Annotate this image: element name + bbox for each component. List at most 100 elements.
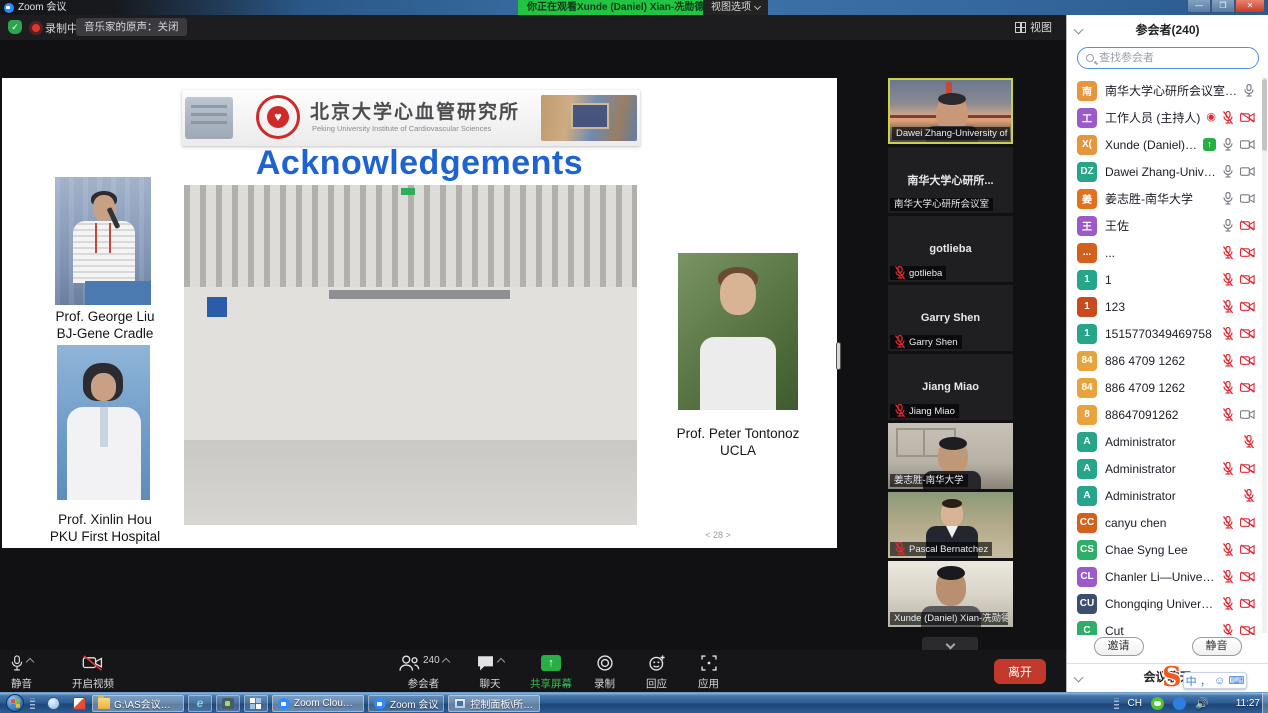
wechat-tray-icon[interactable] — [1151, 697, 1164, 710]
participant-status-icons: ↑ — [1203, 138, 1255, 152]
participant-avatar: A — [1077, 486, 1097, 506]
window-title-bar: Zoom 会议 你正在观看Xunde (Daniel) Xian-冼勋德的屏幕 … — [0, 0, 1268, 15]
participant-row[interactable]: 84886 4709 1262 — [1067, 374, 1263, 401]
participant-row[interactable]: 1123 — [1067, 293, 1263, 320]
participant-row[interactable]: CCut — [1067, 617, 1263, 635]
participant-name: 886 4709 1262 — [1105, 381, 1218, 395]
ime-punctuation-toggle[interactable]: ， — [1200, 673, 1211, 689]
participant-row[interactable]: X(Xunde (Daniel) Xian-冼勋德↑ — [1067, 131, 1263, 158]
record-button[interactable]: 录制 — [594, 654, 615, 691]
participant-row[interactable]: AAdministrator — [1067, 428, 1263, 455]
participant-row[interactable]: ...... — [1067, 239, 1263, 266]
mic-icon — [1222, 219, 1234, 233]
original-sound-button[interactable]: 音乐家的原声：关闭 — [76, 18, 187, 36]
participant-status-icons — [1222, 165, 1255, 179]
search-input[interactable] — [1099, 52, 1250, 64]
mic-muted-icon — [1222, 408, 1234, 422]
participant-row[interactable]: CLChanler Li—University of South... — [1067, 563, 1263, 590]
participant-row[interactable]: 工工作人员 (主持人)◉ — [1067, 104, 1263, 131]
mute-all-button[interactable]: 静音 — [1192, 637, 1242, 656]
pinned-app-2[interactable] — [70, 695, 88, 712]
name-thumbnail[interactable]: gotlieba gotlieba — [888, 216, 1013, 282]
volume-icon[interactable]: 🔊 — [1195, 697, 1209, 710]
minimize-button[interactable]: — — [1187, 0, 1211, 13]
taskbar-button-icon-only[interactable] — [244, 695, 268, 712]
control-icon — [454, 698, 466, 709]
thumbnail-name-label: Garry Shen — [890, 335, 962, 349]
name-thumbnail[interactable]: Garry Shen Garry Shen — [888, 285, 1013, 351]
participant-row[interactable]: CSChae Syng Lee — [1067, 536, 1263, 563]
reactions-label: 回应 — [646, 676, 667, 691]
apps-button[interactable]: 应用 — [698, 654, 719, 691]
sogou-ime-logo[interactable]: S — [1162, 664, 1182, 691]
zoom-icon — [278, 698, 290, 709]
participant-avatar: CL — [1077, 567, 1097, 587]
participants-panel: 参会者(240) 南南华大学心研所会议室 (我) 工工作人员 (主持人)◉ X(… — [1066, 15, 1268, 692]
view-layout-button[interactable]: 视图 — [1015, 18, 1052, 36]
participant-avatar: ... — [1077, 243, 1097, 263]
taskbar-button[interactable]: Zoom Cloud Meeti... — [272, 695, 364, 712]
participant-row[interactable]: AAdministrator — [1067, 455, 1263, 482]
participant-avatar: CU — [1077, 594, 1097, 614]
participant-row[interactable]: 888647091262 — [1067, 401, 1263, 428]
show-desktop-button[interactable] — [1262, 693, 1268, 713]
ime-mode-toggle[interactable]: 中 — [1186, 673, 1197, 689]
participants-button[interactable]: 240 参会者 — [398, 654, 449, 691]
share-screen-button[interactable]: ↑ 共享屏幕 — [530, 654, 572, 691]
taskbar-button[interactable]: 控制面板\所有控制... — [448, 695, 540, 712]
participant-row[interactable]: 姜姜志胜-南华大学 — [1067, 185, 1263, 212]
chevron-up-icon[interactable] — [497, 658, 505, 666]
participant-row[interactable]: AAdministrator — [1067, 482, 1263, 509]
taskbar-button-icon-only[interactable] — [216, 695, 240, 712]
video-thumbnail[interactable]: Dawei Zhang-University of ... — [888, 78, 1013, 144]
mute-label: 静音 — [11, 676, 32, 691]
name-thumbnail[interactable]: Jiang Miao Jiang Miao — [888, 354, 1013, 420]
language-indicator[interactable]: CH — [1128, 698, 1142, 709]
taskbar-button-icon-only[interactable]: e — [188, 695, 212, 712]
video-thumbnail[interactable]: 姜志胜-南华大学 — [888, 423, 1013, 489]
lab-logo-image — [207, 297, 227, 317]
chevron-up-icon[interactable] — [26, 658, 34, 666]
leave-meeting-button[interactable]: 离开 — [994, 659, 1046, 684]
participant-row[interactable]: 84886 4709 1262 — [1067, 347, 1263, 374]
invite-button[interactable]: 邀请 — [1094, 637, 1144, 656]
mic-muted-icon — [1243, 435, 1255, 449]
video-panel-drag-handle[interactable] — [836, 342, 841, 370]
name-thumbnail[interactable]: 南华大学心研所...南华大学心研所会议室 — [888, 147, 1013, 213]
maximize-button[interactable]: ❐ — [1211, 0, 1235, 13]
participant-row[interactable]: 11 — [1067, 266, 1263, 293]
chevron-up-icon[interactable] — [441, 658, 449, 666]
chat-button[interactable]: 聊天 — [476, 654, 504, 691]
taskbar-button[interactable]: G:\AS会议相关资料\... — [92, 695, 184, 712]
mic-muted-icon — [894, 335, 906, 349]
pinned-app-1[interactable] — [44, 695, 62, 712]
ime-keyboard-button[interactable]: ⌨ — [1229, 674, 1245, 687]
mic-muted-icon — [1222, 543, 1234, 557]
participant-row[interactable]: 南南华大学心研所会议室 (我) — [1067, 77, 1263, 104]
mute-button[interactable]: 静音 — [10, 654, 33, 691]
start-video-button[interactable]: 开启视频 — [72, 654, 114, 691]
participant-row[interactable]: DZDawei Zhang-University of Albe... — [1067, 158, 1263, 185]
start-button[interactable] — [6, 694, 24, 712]
ime-toolbar[interactable]: 中，☺ ⌨ — [1183, 672, 1247, 689]
participants-scrollbar[interactable] — [1262, 77, 1267, 633]
ime-emoji-button[interactable]: ☺ — [1214, 675, 1225, 687]
close-button[interactable]: ✕ — [1235, 0, 1265, 13]
participant-row[interactable]: 王王佐 — [1067, 212, 1263, 239]
participant-row[interactable]: 11515770349469758 — [1067, 320, 1263, 347]
participant-row[interactable]: CUChongqing University Razi Ullah — [1067, 590, 1263, 617]
slide-header-banner: ♥ 北京大学心血管研究所 Peking University Institute… — [182, 90, 640, 146]
video-thumbnail[interactable]: Pascal Bernatchez — [888, 492, 1013, 558]
view-options-label: 视图选项 — [711, 0, 751, 15]
slide-page-indicator: < 28 > — [662, 530, 774, 540]
participant-search-box[interactable] — [1077, 47, 1259, 69]
taskbar-button[interactable]: Zoom 会议 — [368, 695, 444, 712]
windows-logo-icon — [11, 699, 19, 708]
video-thumbnail[interactable]: Xunde (Daniel) Xian-冼勋德 — [888, 561, 1013, 627]
reactions-button[interactable]: 回应 — [646, 654, 667, 691]
taskbar-grip — [30, 698, 35, 709]
view-options-button[interactable]: 视图选项 — [703, 0, 768, 15]
thumbnail-name-label: gotlieba — [890, 266, 946, 280]
participant-row[interactable]: CCcanyu chen — [1067, 509, 1263, 536]
app-tray-icon[interactable] — [1173, 697, 1186, 710]
